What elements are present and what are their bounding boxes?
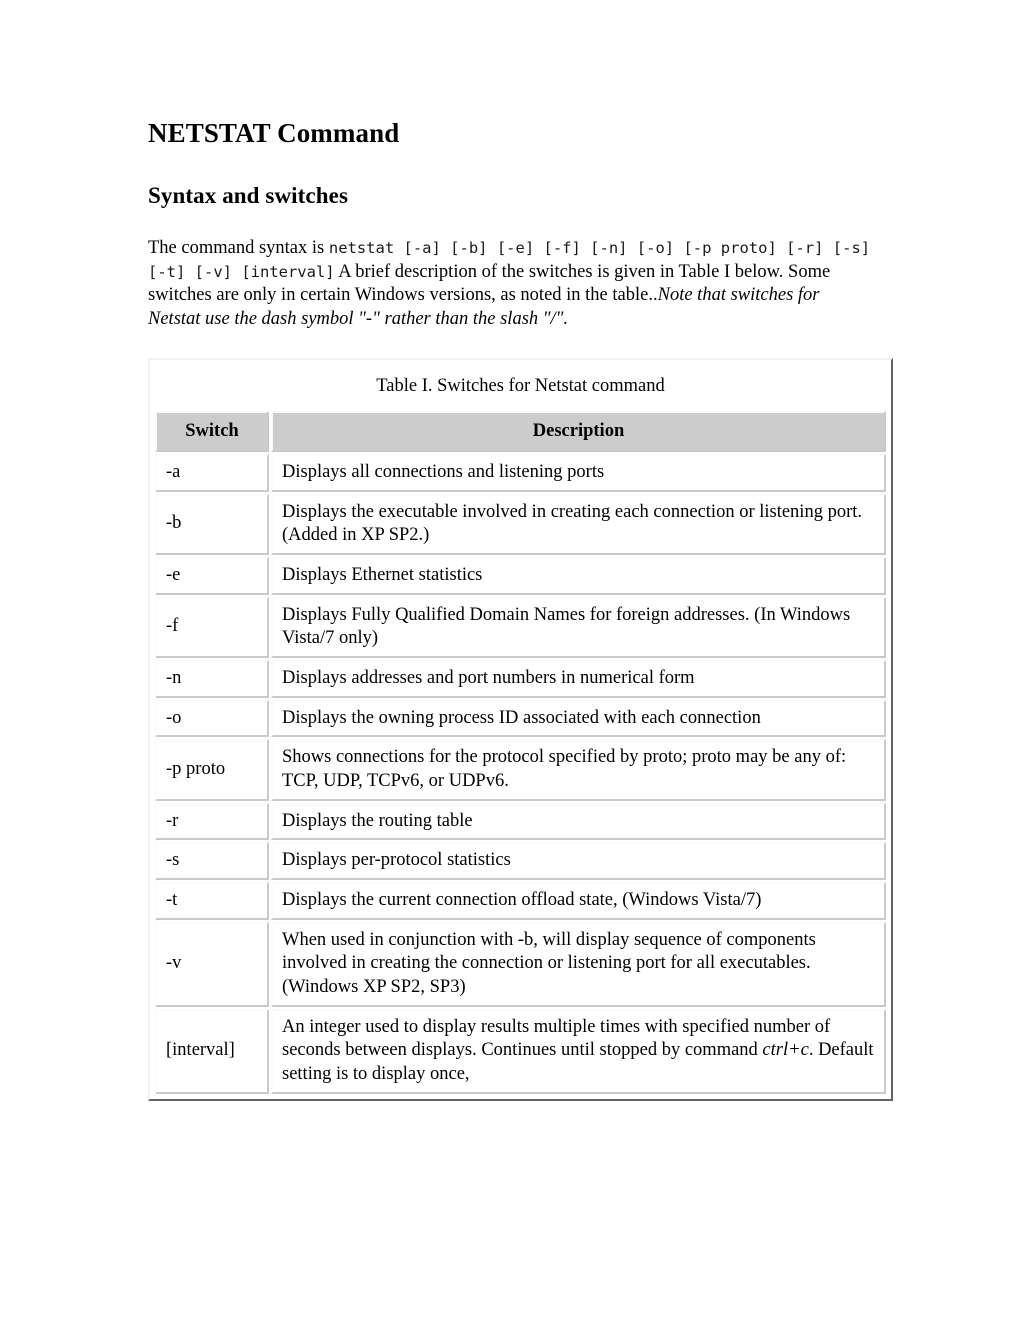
cell-description: Displays the routing table: [271, 802, 886, 841]
cell-description: Displays Ethernet statistics: [271, 556, 886, 595]
cell-description: Displays per-protocol statistics: [271, 842, 886, 880]
cell-switch: -t: [155, 881, 269, 920]
table-row: -p proto Shows connections for the proto…: [155, 739, 886, 801]
column-header-switch: Switch: [155, 410, 269, 452]
cell-description: Displays all connections and listening p…: [271, 453, 886, 492]
switches-table: Switch Description -a Displays all conne…: [153, 409, 888, 1096]
cell-description: When used in conjunction with -b, will d…: [271, 921, 886, 1007]
table-row: -e Displays Ethernet statistics: [155, 556, 886, 595]
page-title: NETSTAT Command: [148, 118, 400, 148]
cell-switch: -a: [155, 453, 269, 492]
cell-description: Displays the current connection offload …: [271, 881, 886, 920]
table-row: -v When used in conjunction with -b, wil…: [155, 921, 886, 1007]
cell-description: Displays the owning process ID associate…: [271, 699, 886, 738]
table-row: [interval] An integer used to display re…: [155, 1008, 886, 1094]
cell-switch: -f: [155, 596, 269, 658]
cell-switch: -s: [155, 842, 269, 880]
table-row: -s Displays per-protocol statistics: [155, 842, 886, 880]
table-row: -a Displays all connections and listenin…: [155, 453, 886, 492]
cell-switch: -e: [155, 556, 269, 595]
switches-table-container: Table I. Switches for Netstat command Sw…: [148, 357, 893, 1101]
table-row: -o Displays the owning process ID associ…: [155, 699, 886, 738]
cell-description: Displays the executable involved in crea…: [271, 493, 886, 555]
cell-switch: -r: [155, 802, 269, 841]
cell-switch: -o: [155, 699, 269, 738]
table-header-row: Switch Description: [155, 410, 886, 452]
cell-description: Displays addresses and port numbers in n…: [271, 659, 886, 698]
table-caption: Table I. Switches for Netstat command: [376, 375, 665, 396]
interval-ctrl-c-italic: ctrl+c: [762, 1040, 809, 1061]
column-header-description: Description: [271, 410, 886, 452]
cell-switch: -b: [155, 493, 269, 555]
intro-paragraph: The command syntax is netstat [-a] [-b] …: [148, 237, 874, 332]
cell-switch: [interval]: [155, 1008, 269, 1094]
table-row: -n Displays addresses and port numbers i…: [155, 659, 886, 698]
cell-description: Shows connections for the protocol speci…: [271, 739, 886, 801]
document-page: NETSTAT Command Syntax and switches The …: [0, 0, 1020, 1320]
cell-description: Displays Fully Qualified Domain Names fo…: [271, 596, 886, 658]
cell-description-interval: An integer used to display results multi…: [271, 1008, 886, 1094]
cell-switch: -p proto: [155, 739, 269, 801]
table-row: -f Displays Fully Qualified Domain Names…: [155, 596, 886, 658]
table-row: -b Displays the executable involved in c…: [155, 493, 886, 555]
table-row: -r Displays the routing table: [155, 802, 886, 841]
table-row: -t Displays the current connection offlo…: [155, 881, 886, 920]
cell-switch: -v: [155, 921, 269, 1007]
interval-text-part1: An integer used to display results multi…: [282, 1016, 831, 1061]
section-heading-syntax-and-switches: Syntax and switches: [148, 182, 348, 208]
cell-switch: -n: [155, 659, 269, 698]
intro-lead-text: The command syntax is: [148, 237, 329, 258]
